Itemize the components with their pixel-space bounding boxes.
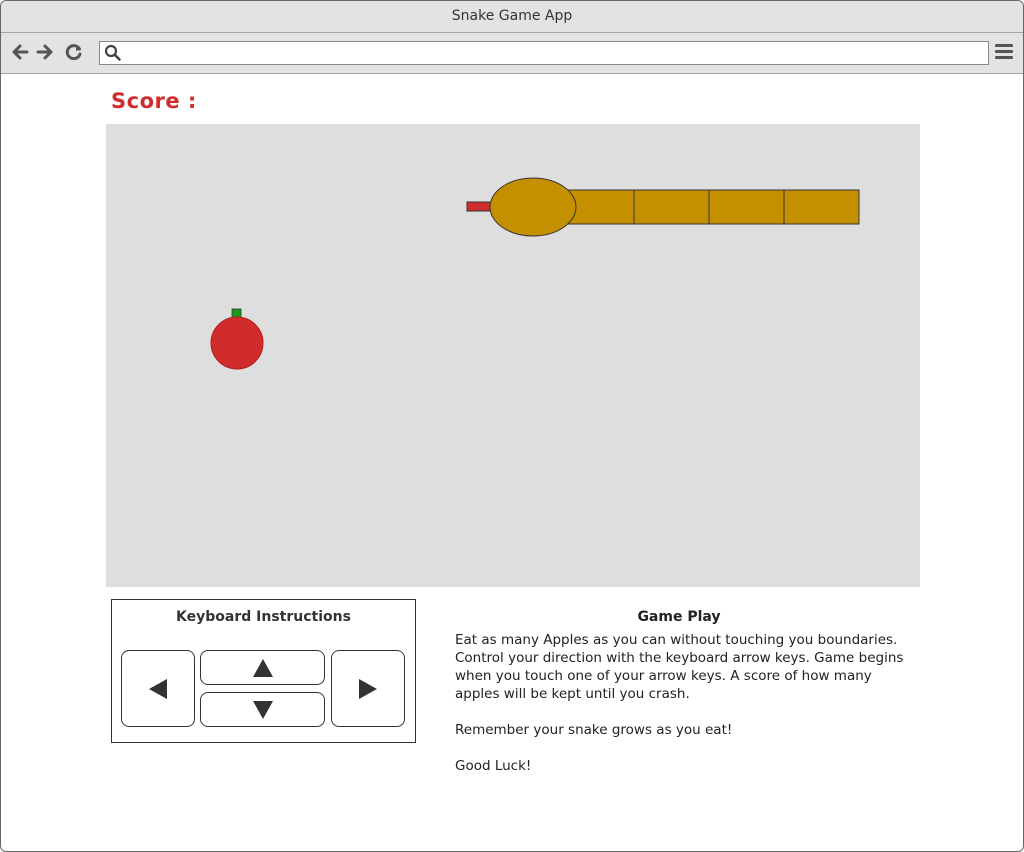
reload-icon[interactable]: [63, 41, 85, 63]
browser-toolbar: [1, 33, 1023, 74]
search-icon: [104, 44, 122, 62]
right-arrow-icon: [359, 678, 377, 699]
snake-tongue: [466, 201, 492, 212]
snake-head: [489, 177, 577, 237]
down-arrow-icon: [252, 700, 273, 719]
hamburger-menu-icon[interactable]: [995, 44, 1013, 60]
back-arrow-icon[interactable]: [9, 41, 31, 63]
browser-window: Snake Game App Score: Keyboard Instruct…: [0, 0, 1024, 852]
game-canvas: [210, 177, 860, 370]
snake-body-segment: [708, 189, 785, 225]
left-arrow-key[interactable]: [121, 650, 195, 727]
snake-body-segment: [633, 189, 710, 225]
up-arrow-key[interactable]: [200, 650, 325, 685]
game-play-title: Game Play: [637, 609, 721, 625]
forward-arrow-icon[interactable]: [34, 41, 56, 63]
keyboard-instructions-panel: Keyboard Instructions: [111, 599, 416, 743]
down-arrow-key[interactable]: [200, 692, 325, 727]
game-board[interactable]: [106, 124, 920, 587]
apple: [210, 316, 264, 370]
left-arrow-icon: [149, 678, 167, 699]
address-bar[interactable]: [99, 41, 989, 65]
game-play-description: Eat as many Apples as you can without to…: [455, 632, 904, 702]
score-label: Score :: [111, 89, 197, 113]
up-arrow-icon: [252, 658, 273, 677]
game-play-good-luck: Good Luck!: [455, 758, 532, 774]
game-play-section: Game Play Eat as many Apples as you can …: [455, 608, 915, 793]
game-play-reminder: Remember your snake grows as you eat!: [455, 722, 733, 738]
right-arrow-key[interactable]: [331, 650, 405, 727]
keyboard-instructions-title: Keyboard Instructions: [176, 609, 351, 625]
window-title: Snake Game App: [1, 1, 1023, 33]
address-input[interactable]: [124, 43, 978, 63]
snake-body-segment: [783, 189, 860, 225]
